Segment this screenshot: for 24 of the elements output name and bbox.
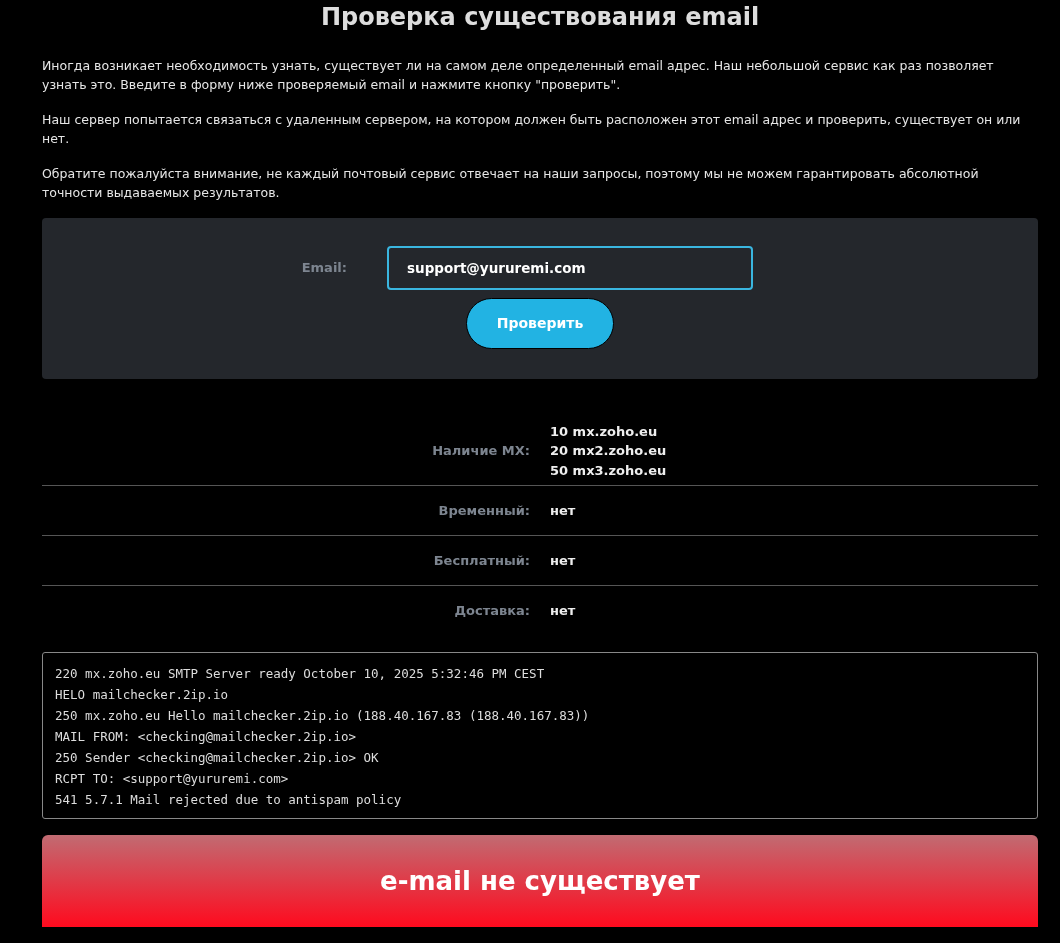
log-line: 250 mx.zoho.eu Hello mailchecker.2ip.io (188.40.167.83 (188.40.167.83)) (55, 707, 591, 725)
email-label: Email: (300, 259, 347, 278)
log-line: MAIL FROM: <checking@mailchecker.2ip.io> (55, 728, 358, 746)
result-value: 20 mx2.zoho.eu (550, 442, 667, 461)
result-label: Временный: (437, 501, 530, 520)
result-value: 50 mx3.zoho.eu (550, 461, 667, 480)
page-title: Проверка существования email (319, 2, 761, 32)
result-value: 10 mx.zoho.eu (550, 422, 659, 441)
result-label: Бесплатный: (432, 551, 530, 570)
result-label: Доставка: (453, 602, 530, 621)
result-label: Наличие MX: (431, 442, 530, 461)
log-line: 541 5.7.1 Mail rejected due to antispam policy (55, 791, 403, 809)
paragraph: Обратите пожалуйста внимание, не каждый почтовый сервис отвечает на наши запросы, поэтому мы не можем гарантировать абсолютной точности выдаваемых результатов. (42, 165, 980, 202)
log-line: 250 Sender <checking@mailchecker.2ip.io> OK (55, 749, 380, 767)
result-value: нет (550, 501, 576, 520)
result-value: нет (550, 551, 576, 570)
log-line: RCPT TO: <support@yururemi.com> (55, 770, 290, 788)
log-line: 220 mx.zoho.eu SMTP Server ready October 10, 2025 5:32:46 PM CEST (55, 665, 546, 683)
log-line: HELO mailchecker.2ip.io (55, 686, 230, 704)
paragraph: Наш сервер попытается связаться с удаленным сервером, на котором должен быть расположен этот email адрес и проверить, существует он или нет. (42, 111, 1022, 148)
paragraph: Иногда возникает необходимость узнать, существует ли на самом деле определенный email адрес. Наш небольшой сервис как раз позволяет узнать это. Введите в форму ниже проверяемый email и нажмите кнопку "проверить". (42, 57, 995, 94)
result-banner: e-mail не существует (42, 835, 1038, 927)
result-value: нет (550, 602, 576, 621)
email-field[interactable]: support@yururemi.com (387, 246, 753, 290)
